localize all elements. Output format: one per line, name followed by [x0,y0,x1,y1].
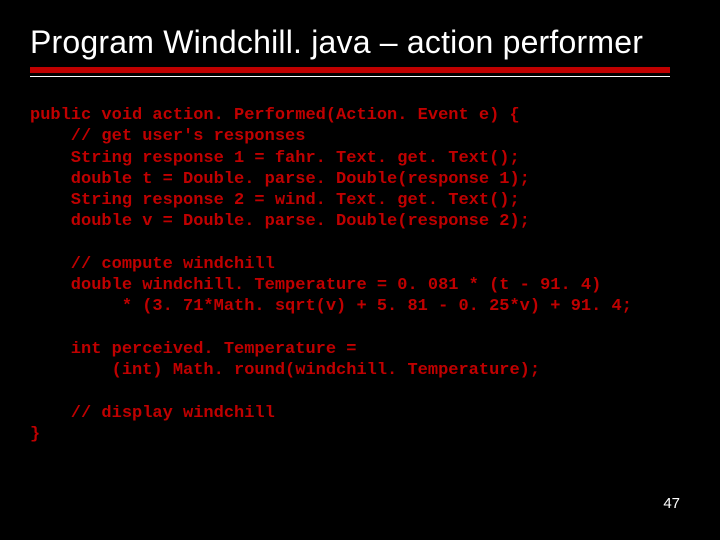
slide: Program Windchill. java – action perform… [0,0,720,540]
code-block: public void action. Performed(Action. Ev… [30,105,690,445]
page-title: Program Windchill. java – action perform… [30,24,690,61]
title-rule-thin [30,76,670,77]
page-number: 47 [663,495,680,512]
title-rule-thick [30,67,670,73]
